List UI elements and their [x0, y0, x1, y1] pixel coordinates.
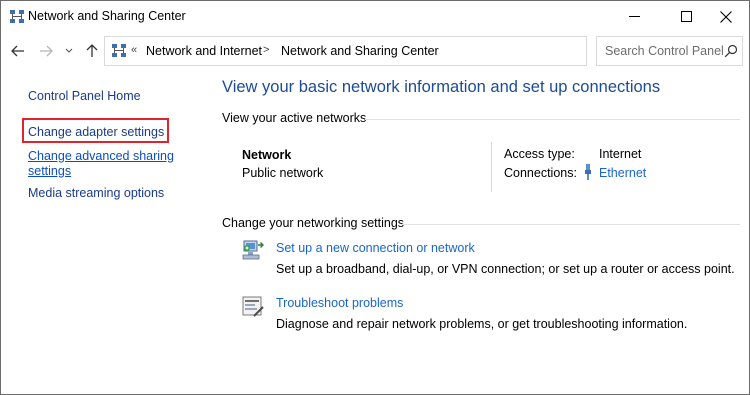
breadcrumb-overflow[interactable]: «: [131, 44, 137, 56]
back-button[interactable]: [9, 42, 27, 60]
network-icon: [10, 10, 24, 23]
recent-locations-button[interactable]: [63, 42, 75, 60]
address-bar[interactable]: « Network and Internet > Network and Sha…: [104, 36, 680, 66]
title-bar: Network and Sharing Center: [1, 1, 749, 32]
change-advanced-sharing-link-line2[interactable]: settings: [28, 164, 71, 178]
new-connection-icon: [242, 240, 264, 260]
minimize-button[interactable]: [611, 1, 657, 32]
up-button[interactable]: [83, 42, 101, 60]
search-input[interactable]: Search Control Panel: [605, 44, 724, 58]
arrow-right-icon: [40, 45, 53, 57]
breadcrumb-separator[interactable]: >: [263, 44, 269, 56]
page-title: View your basic network information and …: [222, 78, 661, 96]
media-streaming-options-link[interactable]: Media streaming options: [28, 186, 164, 200]
search-box[interactable]: Search Control Panel: [596, 36, 743, 66]
close-button[interactable]: [703, 1, 749, 32]
troubleshoot-icon: [242, 296, 264, 317]
arrow-left-icon: [11, 45, 24, 57]
search-icon[interactable]: [724, 44, 738, 58]
access-type-label: Access type:: [504, 147, 575, 161]
vertical-divider: [491, 142, 492, 192]
control-panel-icon: [112, 44, 126, 57]
setup-new-connection-description: Set up a broadband, dial-up, or VPN conn…: [276, 262, 735, 276]
active-networks-heading: View your active networks: [222, 111, 367, 125]
change-settings-heading: Change your networking settings: [222, 216, 405, 230]
access-type-value: Internet: [599, 147, 642, 161]
control-panel-home-link[interactable]: Control Panel Home: [28, 89, 141, 103]
ethernet-link[interactable]: Ethernet: [599, 166, 646, 180]
network-type-link[interactable]: Public network: [242, 166, 323, 180]
setup-new-connection-link[interactable]: Set up a new connection or network: [276, 241, 475, 255]
minimize-icon: [628, 16, 640, 17]
troubleshoot-problems-link[interactable]: Troubleshoot problems: [276, 296, 403, 310]
connections-label: Connections:: [504, 166, 577, 180]
chevron-down-icon: [65, 48, 73, 53]
breadcrumb-network-internet[interactable]: Network and Internet: [146, 44, 262, 58]
section-divider: [365, 119, 740, 120]
ethernet-icon: [585, 164, 591, 180]
highlight-box: [22, 118, 169, 143]
maximize-icon: [680, 11, 692, 22]
breadcrumb-sharing-center[interactable]: Network and Sharing Center: [281, 44, 439, 58]
close-icon: [720, 10, 732, 23]
network-name: Network: [242, 148, 292, 162]
window-title: Network and Sharing Center: [28, 9, 186, 23]
troubleshoot-problems-description: Diagnose and repair network problems, or…: [276, 317, 688, 331]
section-divider: [402, 224, 740, 225]
network-sharing-center-window: Network and Sharing Center « Network and…: [0, 0, 750, 395]
arrow-up-icon: [86, 44, 98, 57]
change-advanced-sharing-link[interactable]: Change advanced sharing: [28, 149, 174, 163]
forward-button[interactable]: [37, 42, 55, 60]
